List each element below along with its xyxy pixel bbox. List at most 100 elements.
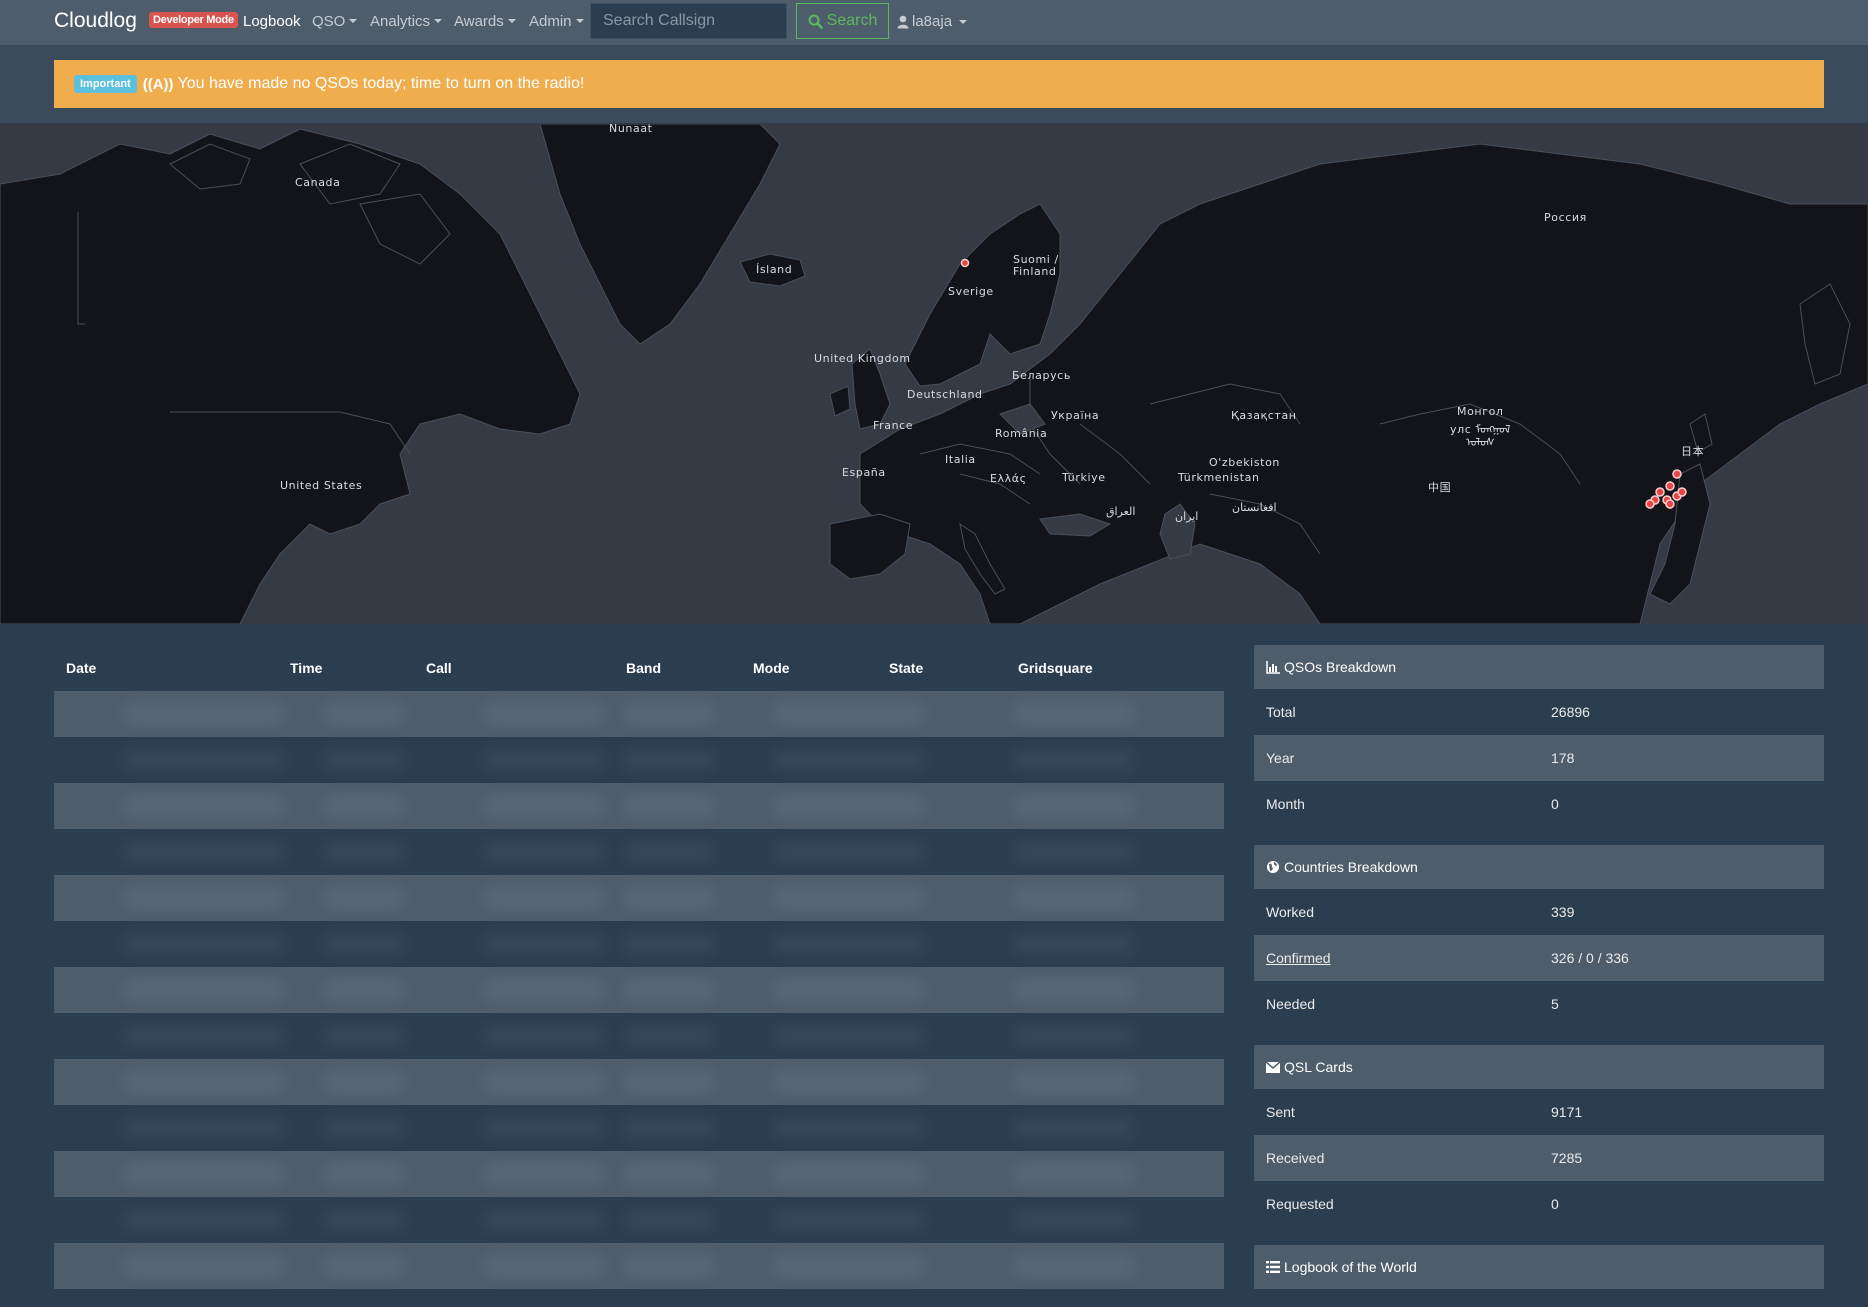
map-label-mongol-script2: ᠤᠯᠤᠰ <box>1466 436 1495 449</box>
lotw-title: Logbook of the World <box>1284 1259 1417 1275</box>
map-label-turkmenistan: Türkmenistan <box>1178 471 1260 484</box>
table-row[interactable] <box>54 1197 1224 1243</box>
stat-value: 5 <box>1551 996 1559 1012</box>
map-label-canada: Canada <box>295 176 341 189</box>
map-label-finland: Finland <box>1013 265 1057 278</box>
map-label-france: France <box>873 419 914 432</box>
table-header: Date Time Call Band Mode State Gridsquar… <box>54 645 1224 691</box>
column-band: Band <box>626 660 661 676</box>
map-label-sverige: Sverige <box>948 285 994 298</box>
stat-label: Needed <box>1266 996 1316 1012</box>
table-row[interactable] <box>54 783 1224 829</box>
bar-chart-icon <box>1266 660 1280 674</box>
nav-admin-dropdown[interactable]: Admin <box>529 13 584 30</box>
map-label-uzbekiston: O'zbekiston <box>1209 456 1280 469</box>
stat-value: 178 <box>1551 750 1575 766</box>
map-label-ukraina: Україна <box>1051 409 1100 422</box>
caret-down-icon <box>349 19 358 23</box>
map-label-kazakhstan: Қазақстан <box>1231 409 1297 422</box>
table-row[interactable] <box>54 737 1224 783</box>
table-row[interactable] <box>54 691 1224 737</box>
navbar: Cloudlog Developer Mode Logbook QSO Anal… <box>0 0 1868 45</box>
table-row[interactable] <box>54 1243 1224 1289</box>
stat-row-sent: Sent 9171 <box>1254 1089 1824 1135</box>
search-icon <box>808 14 823 29</box>
user-name: la8aja <box>912 13 953 30</box>
stat-row-total: Total 26896 <box>1254 689 1824 735</box>
nav-qso-label: QSO <box>312 13 346 30</box>
qsos-breakdown-title: QSOs Breakdown <box>1284 659 1397 675</box>
map-label-island: Ísland <box>756 263 793 276</box>
confirmed-link[interactable]: Confirmed <box>1266 950 1331 966</box>
stat-value: 326 / 0 / 336 <box>1551 950 1629 966</box>
stat-label: Month <box>1266 796 1305 812</box>
map-label-zhongguo: 中国 <box>1428 481 1452 494</box>
user-menu-dropdown[interactable]: la8aja <box>897 13 968 30</box>
nav-logbook[interactable]: Logbook <box>243 13 301 30</box>
stat-row-confirmed: Confirmed 326 / 0 / 336 <box>1254 935 1824 981</box>
table-row[interactable] <box>54 875 1224 921</box>
stat-value: 0 <box>1551 796 1559 812</box>
map-label-romania: România <box>995 427 1048 440</box>
search-callsign-input[interactable] <box>590 3 787 39</box>
stats-panel: QSOs Breakdown Total 26896 Year 178 Month 0… <box>1254 645 1824 1289</box>
alert-message: You have made no QSOs today; time to tur… <box>177 75 585 92</box>
qsos-breakdown-header: QSOs Breakdown <box>1254 645 1824 689</box>
globe-icon <box>1267 861 1279 873</box>
map-label-italia: Italia <box>945 453 976 466</box>
important-badge: Important <box>74 75 137 93</box>
column-date: Date <box>66 660 97 676</box>
table-row[interactable] <box>54 1105 1224 1151</box>
stat-label: Received <box>1266 1150 1325 1166</box>
stat-value: 7285 <box>1551 1150 1583 1166</box>
nav-analytics-dropdown[interactable]: Analytics <box>370 13 443 30</box>
map-label-deutschland: Deutschland <box>907 388 983 401</box>
map-label-espana: España <box>842 466 886 479</box>
caret-down-icon <box>507 19 516 23</box>
stat-label: Worked <box>1266 904 1314 920</box>
table-row[interactable] <box>54 1013 1224 1059</box>
column-gridsquare: Gridsquare <box>1018 660 1093 676</box>
table-row[interactable] <box>54 921 1224 967</box>
table-row[interactable] <box>54 829 1224 875</box>
stat-label: Year <box>1266 750 1295 766</box>
alert-container: Important ((A)) You have made no QSOs to… <box>0 45 1868 123</box>
stat-label: Total <box>1266 704 1296 720</box>
search-button[interactable]: Search <box>796 3 889 39</box>
nav-analytics-label: Analytics <box>370 13 431 30</box>
map-label-iraq: العراق <box>1106 505 1136 518</box>
map-land <box>0 124 1868 624</box>
countries-breakdown-header: Countries Breakdown <box>1254 845 1824 889</box>
recent-qso-table: Date Time Call Band Mode State Gridsquar… <box>54 645 1224 1289</box>
stat-row-worked: Worked 339 <box>1254 889 1824 935</box>
table-row[interactable] <box>54 1151 1224 1197</box>
stat-value: 339 <box>1551 904 1575 920</box>
map-label-belarus: Беларусь <box>1012 369 1071 382</box>
nav-awards-dropdown[interactable]: Awards <box>454 13 516 30</box>
nav-qso-dropdown[interactable]: QSO <box>312 13 358 30</box>
stat-row-needed: Needed 5 <box>1254 981 1824 1027</box>
map-label-rossiya: Россия <box>1544 211 1587 224</box>
map-label-ellas: Ελλάς <box>990 472 1027 485</box>
stat-label: Requested <box>1266 1196 1334 1212</box>
list-icon <box>1266 1261 1280 1273</box>
stat-row-requested: Requested 0 <box>1254 1181 1824 1227</box>
nav-admin-label: Admin <box>529 13 572 30</box>
stat-value: 0 <box>1551 1196 1559 1212</box>
stat-value: 9171 <box>1551 1104 1583 1120</box>
caret-down-icon <box>434 19 443 23</box>
qsl-cards-title: QSL Cards <box>1284 1059 1353 1075</box>
brand-logo[interactable]: Cloudlog <box>54 9 137 33</box>
map-label-uk: United Kingdom <box>814 352 911 365</box>
stat-row-received: Received 7285 <box>1254 1135 1824 1181</box>
caret-down-icon <box>575 19 584 23</box>
map-label-mongol: Монгол <box>1457 405 1504 418</box>
no-qso-alert: Important ((A)) You have made no QSOs to… <box>54 60 1824 108</box>
stat-label: Sent <box>1266 1104 1295 1120</box>
caret-down-icon <box>959 19 968 24</box>
map-label-nihon: 日本 <box>1681 445 1705 458</box>
table-row[interactable] <box>54 967 1224 1013</box>
table-row[interactable] <box>54 1059 1224 1105</box>
qso-map[interactable]: Nunaat Canada Ísland Suomi / Finland Sve… <box>0 124 1868 624</box>
map-label-afghanistan: افغانستان <box>1232 501 1277 514</box>
